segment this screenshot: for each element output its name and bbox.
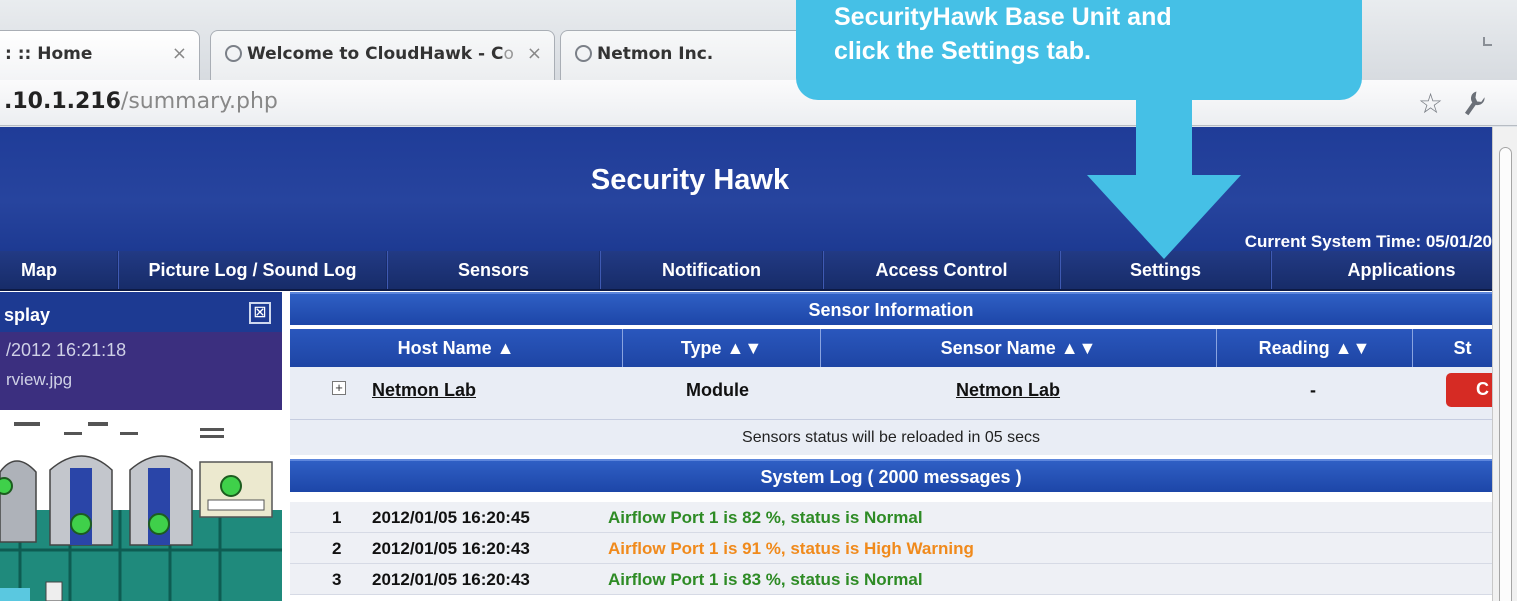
panel-title: splay <box>4 305 51 325</box>
col-type[interactable]: Type ▲▼ <box>622 329 820 367</box>
callout-line-2: click the Settings tab. <box>834 37 1092 65</box>
image-datetime: /2012 16:21:18 <box>6 340 127 360</box>
system-time: Current System Time: 05/01/20 <box>1244 232 1492 251</box>
url-field[interactable]: .10.1.216/summary.php <box>4 89 278 114</box>
display-panel: splay ⊠ /2012 16:21:18 rview.jpg <box>0 292 282 601</box>
callout-line-1: SecurityHawk Base Unit and <box>834 3 1172 31</box>
col-host-name[interactable]: Host Name ▲ <box>290 329 622 367</box>
nav-tab-picture-log[interactable]: Picture Log / Sound Log <box>118 251 386 289</box>
log-number: 3 <box>332 570 342 589</box>
close-tab-icon[interactable]: × <box>172 43 187 64</box>
callout-arrow-icon <box>1087 175 1241 259</box>
system-log-title: System Log ( 2000 messages ) <box>290 459 1492 492</box>
log-message: Airflow Port 1 is 82 %, status is Normal <box>608 508 923 527</box>
url-host: .10.1.216 <box>4 89 121 114</box>
log-number: 2 <box>332 539 342 558</box>
nav-tab-applications[interactable]: Applications <box>1271 251 1517 289</box>
scrollbar-thumb[interactable] <box>1499 147 1512 601</box>
browser-tab-netmon[interactable]: Netmon Inc. <box>560 30 810 80</box>
sensor-info-title: Sensor Information <box>290 292 1492 325</box>
sensor-type: Module <box>686 380 749 400</box>
panel-info: /2012 16:21:18 rview.jpg <box>0 332 282 410</box>
log-time: 2012/01/05 16:20:43 <box>372 539 530 558</box>
log-number: 1 <box>332 508 342 527</box>
tab-label: Welcome to CloudHawk - C <box>247 44 504 64</box>
close-tab-icon[interactable]: × <box>527 43 542 64</box>
page-scrollbar[interactable] <box>1492 127 1517 601</box>
close-panel-icon[interactable]: ⊠ <box>249 302 271 324</box>
expand-icon[interactable]: + <box>332 381 346 395</box>
log-time: 2012/01/05 16:20:45 <box>372 508 530 527</box>
web-page: Security Hawk Current System Time: 05/01… <box>0 127 1517 601</box>
reload-status: Sensors status will be reloaded in 05 se… <box>290 419 1492 455</box>
log-row: 2 2012/01/05 16:20:43 Airflow Port 1 is … <box>290 533 1492 564</box>
image-filename: rview.jpg <box>6 370 73 389</box>
resize-corner-icon[interactable] <box>1483 30 1499 46</box>
main-nav: Map Picture Log / Sound Log Sensors Noti… <box>0 251 1517 291</box>
nav-tab-access-control[interactable]: Access Control <box>823 251 1059 289</box>
bookmark-star-icon[interactable]: ☆ <box>1418 87 1443 120</box>
url-path: /summary.php <box>120 89 278 114</box>
site-header: Security Hawk Current System Time: 05/01… <box>0 127 1492 251</box>
wrench-icon[interactable] <box>1459 88 1490 125</box>
sensor-table-header: Host Name ▲ Type ▲▼ Sensor Name ▲▼ Readi… <box>290 329 1492 367</box>
tab-label: Netmon Inc. <box>597 44 714 64</box>
sensor-reading: - <box>1310 380 1316 400</box>
sensor-name-link[interactable]: Netmon Lab <box>956 380 1060 401</box>
nav-tab-notification[interactable]: Notification <box>600 251 822 289</box>
col-sensor-name[interactable]: Sensor Name ▲▼ <box>820 329 1216 367</box>
log-row: 3 2012/01/05 16:20:43 Airflow Port 1 is … <box>290 564 1492 595</box>
log-time: 2012/01/05 16:20:43 <box>372 570 530 589</box>
log-message: Airflow Port 1 is 83 %, status is Normal <box>608 570 923 589</box>
tab-label-faded: o <box>503 44 514 64</box>
main-content: Sensor Information Host Name ▲ Type ▲▼ S… <box>290 292 1506 601</box>
tab-label: : :: Home <box>5 44 93 64</box>
log-message: Airflow Port 1 is 91 %, status is High W… <box>608 539 974 558</box>
nav-tab-map[interactable]: Map <box>0 251 117 289</box>
col-reading[interactable]: Reading ▲▼ <box>1216 329 1412 367</box>
host-name-link[interactable]: Netmon Lab <box>372 380 476 401</box>
overview-map-image[interactable] <box>0 410 282 601</box>
instruction-callout: SecurityHawk Base Unit and click the Set… <box>796 0 1362 100</box>
browser-tab-cloudhawk[interactable]: Welcome to CloudHawk - Co × <box>210 30 555 80</box>
globe-icon <box>225 45 242 62</box>
callout-arrow-shaft <box>1136 99 1192 175</box>
nav-tab-sensors[interactable]: Sensors <box>387 251 599 289</box>
table-row: + Netmon Lab Module Netmon Lab - C <box>290 367 1506 419</box>
globe-icon <box>575 45 592 62</box>
browser-tab-home[interactable]: : :: Home × <box>0 30 200 80</box>
log-row: 1 2012/01/05 16:20:45 Airflow Port 1 is … <box>290 502 1492 533</box>
